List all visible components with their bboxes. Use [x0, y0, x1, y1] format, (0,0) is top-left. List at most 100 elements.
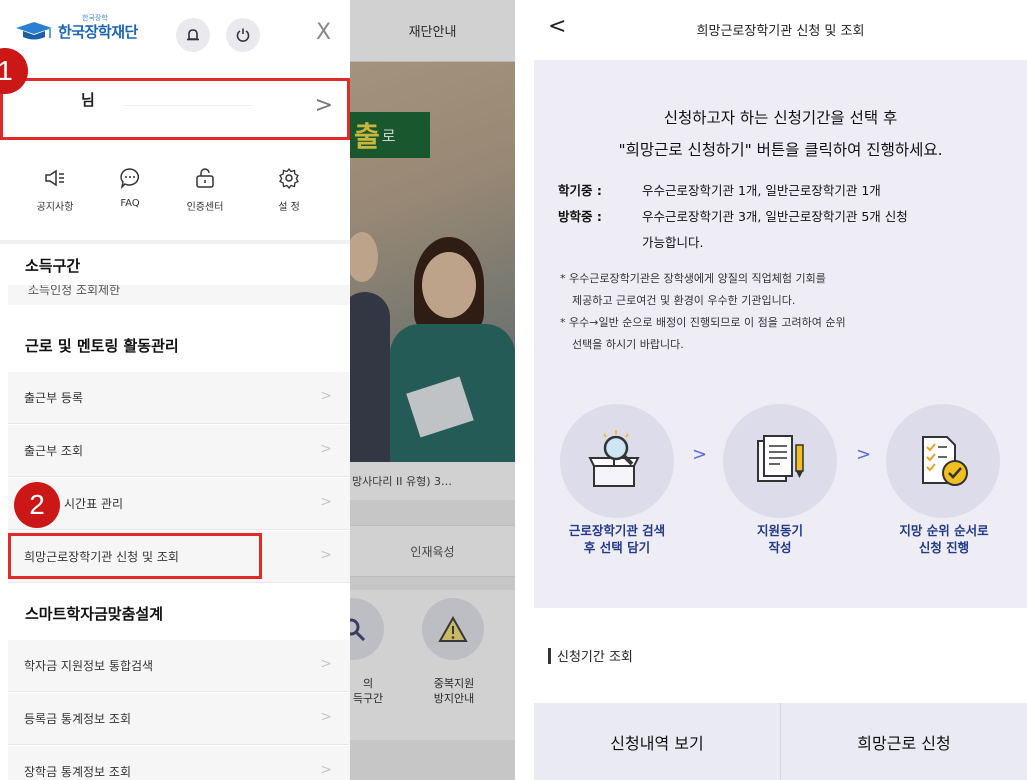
chevron-right-icon: >	[28, 285, 39, 296]
badge-number: 2	[29, 489, 45, 520]
section-apply-period: 신청기간 조회	[548, 646, 633, 665]
chevron-right-icon: >	[320, 762, 332, 778]
step3-line2: 신청 진행	[918, 540, 970, 555]
vacation-text: 우수근로장학기관 3개, 일반근로장학기관 5개 신청	[642, 209, 908, 224]
menu-item-label: 학자금 지원정보 통합검색	[24, 659, 154, 673]
menu-item-aid-search[interactable]: 학자금 지원정보 통합검색 >	[8, 640, 350, 692]
user-profile-row[interactable]: 님 >	[0, 78, 350, 140]
right-screen: < 희망근로장학기관 신청 및 조회 신청하고자 하는 신청기간을 선택 후 "…	[534, 0, 1027, 780]
info-panel: 신청하고자 하는 신청기간을 선택 후 "희망근로 신청하기" 버튼을 클릭하여…	[534, 60, 1027, 608]
chevron-right-icon: >	[320, 547, 332, 563]
quick-item-cert[interactable]: 인증센터	[170, 164, 240, 213]
bell-icon[interactable]	[176, 18, 210, 52]
step3-line1: 지망 순위 순서로	[899, 523, 989, 538]
chevron-right-icon: >	[314, 93, 333, 118]
lock-icon	[170, 164, 240, 192]
gear-icon	[254, 164, 324, 192]
step2-line2: 작성	[768, 540, 792, 555]
page-header: < 희망근로장학기관 신청 및 조회	[534, 0, 1027, 60]
section-title: 신청기간 조회	[557, 650, 633, 665]
step1-line1: 근로장학기관 검색	[568, 523, 666, 538]
step-badge-2: 2	[14, 482, 60, 528]
semester-line: 학기중 : 우수근로장학기관 1개, 일반근로장학기관 1개	[558, 180, 881, 199]
chevron-right-icon: >	[320, 709, 332, 725]
document-pen-icon	[757, 435, 804, 482]
semester-label: 학기중 :	[558, 183, 602, 198]
section-smart[interactable]: 스마트학자금맞춤설계	[0, 588, 350, 638]
box-search-icon	[588, 430, 640, 487]
quick-item-notice[interactable]: 공지사항	[20, 164, 90, 213]
menu-item-attendance-view[interactable]: 출근부 조회 >	[8, 425, 350, 477]
quick-label-faq: FAQ	[120, 198, 140, 209]
quick-label-notice: 공지사항	[36, 202, 74, 213]
bottom-tabs: 신청내역 보기 희망근로 신청	[534, 703, 1027, 780]
chevron-right-icon: >	[320, 441, 332, 457]
menu-item-label: 시간표 관리	[64, 497, 124, 511]
apply-hope-work-button[interactable]: 희망근로 신청	[780, 703, 1027, 780]
chat-icon	[95, 164, 165, 192]
quick-label-settings: 설 정	[278, 202, 300, 213]
menu-item-label: 출근부 조회	[24, 444, 84, 458]
quick-label-cert: 인증센터	[186, 202, 224, 213]
menu-item-label: 출근부 등록	[24, 391, 84, 405]
menu-item-income-partial[interactable]: 소득인정 조회제한 >	[8, 285, 350, 305]
panel-heading-line2: "희망근로 신청하기" 버튼을 클릭하여 진행하세요.	[618, 141, 943, 159]
step3-circle	[886, 404, 1000, 518]
user-name: 님	[81, 91, 95, 109]
menu-item-label: 등록금 통계정보 조회	[24, 712, 131, 726]
step1-circle	[560, 404, 674, 518]
checklist-icon	[922, 436, 968, 486]
highlight-box	[8, 533, 262, 579]
section-income[interactable]: 소득구간	[0, 244, 350, 286]
note1-line1: * 우수근로장학기관은 장학생에게 양질의 직업체험 기회를	[560, 272, 826, 285]
chevron-right-icon: >	[320, 388, 332, 404]
section-bar	[548, 647, 551, 664]
apply-hope-work-label: 희망근로 신청	[857, 733, 951, 753]
step2-line1: 지원동기	[756, 523, 803, 538]
power-icon[interactable]	[226, 18, 260, 52]
left-screen: 재단안내 출 로 망사다리 II 유형) 3… 인재육성 의 득구간 중복지원 …	[0, 0, 515, 780]
user-info-placeholder	[123, 105, 253, 106]
quick-item-faq[interactable]: FAQ	[95, 164, 165, 209]
note2-line1: * 우수→일반 순으로 배정이 진행되므로 이 점을 고려하여 순위	[560, 316, 846, 329]
menu-item-label: 장학금 통계정보 조회	[24, 765, 131, 779]
menu-item-tuition-stats[interactable]: 등록금 통계정보 조회 >	[8, 693, 350, 745]
panel-heading-line1: 신청하고자 하는 신청기간을 선택 후	[663, 109, 898, 127]
logo-small-text: 한국장학	[82, 14, 108, 22]
chevron-right-icon: >	[320, 494, 332, 510]
vacation-line2: 가능합니다.	[642, 235, 704, 250]
step2-label: 지원동기 작성	[700, 522, 860, 556]
quick-menu: 공지사항 FAQ 인증센터 설 정	[0, 152, 350, 232]
chevron-right-icon: >	[320, 656, 332, 672]
step1-label: 근로장학기관 검색 후 선택 담기	[537, 522, 697, 556]
section-work[interactable]: 근로 및 멘토링 활동관리	[0, 320, 350, 370]
drawer-overlay[interactable]	[350, 0, 515, 780]
vacation-label: 방학중 :	[558, 209, 602, 224]
vacation-line: 방학중 : 우수근로장학기관 3개, 일반근로장학기관 5개 신청	[558, 206, 908, 225]
view-history-button[interactable]: 신청내역 보기	[534, 703, 780, 780]
note2-line2: 선택을 하시기 바랍니다.	[572, 338, 684, 351]
step1-line2: 후 선택 담기	[583, 540, 651, 555]
badge-number: 1	[0, 55, 13, 86]
section-smart-label: 스마트학자금맞춤설계	[25, 604, 164, 623]
logo-text: 한국장학재단	[58, 22, 138, 41]
section-work-label: 근로 및 멘토링 활동관리	[25, 336, 179, 355]
drawer-header: 한국장학 한국장학재단 X	[0, 0, 350, 70]
close-button[interactable]: X	[316, 20, 331, 45]
side-drawer: 한국장학 한국장학재단 X 님 > 공지사항 FAQ 인증센터 설 정 소득구간…	[0, 0, 350, 780]
menu-item-scholarship-stats[interactable]: 장학금 통계정보 조회 >	[8, 746, 350, 780]
step3-label: 지망 순위 순서로 신청 진행	[864, 522, 1024, 556]
chevron-right-icon: >	[856, 444, 872, 465]
section-income-label: 소득구간	[25, 256, 81, 275]
note1-line2: 제공하고 근로여건 및 환경이 우수한 기관입니다.	[572, 294, 796, 307]
step2-circle	[723, 404, 837, 518]
page-title: 희망근로장학기관 신청 및 조회	[696, 24, 865, 39]
graduation-cap-icon	[16, 22, 52, 40]
quick-item-settings[interactable]: 설 정	[254, 164, 324, 213]
chevron-right-icon: >	[692, 444, 708, 465]
menu-item-attendance-register[interactable]: 출근부 등록 >	[8, 372, 350, 424]
view-history-label: 신청내역 보기	[610, 733, 704, 753]
kosaf-logo[interactable]: 한국장학 한국장학재단	[14, 14, 138, 42]
megaphone-icon	[20, 164, 90, 192]
semester-text: 우수근로장학기관 1개, 일반근로장학기관 1개	[642, 183, 881, 198]
